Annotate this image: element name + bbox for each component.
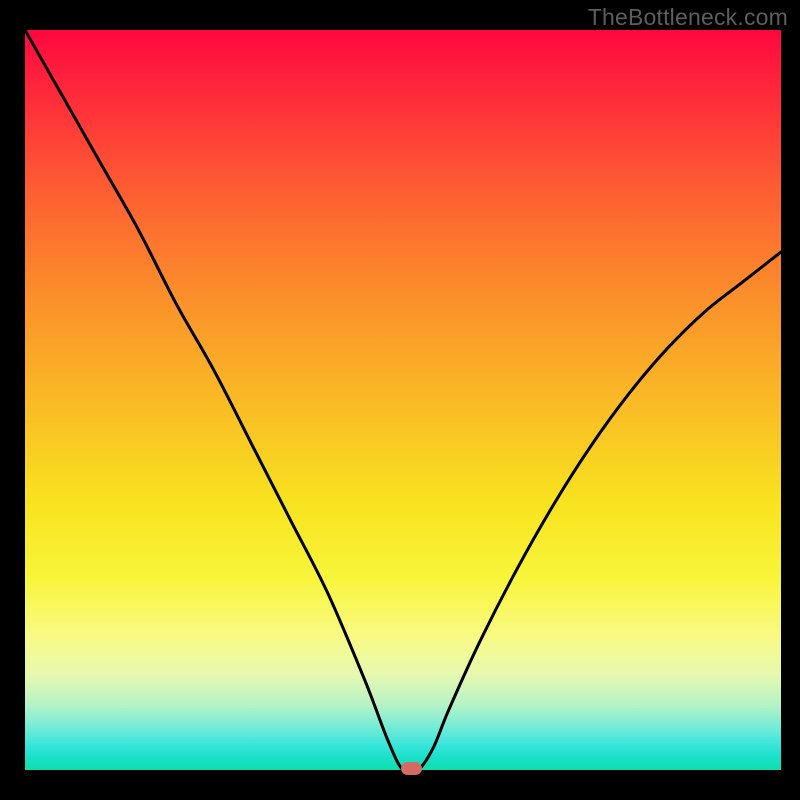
curve-path [25, 30, 781, 770]
bottleneck-curve [25, 30, 781, 770]
optimal-marker [401, 762, 422, 775]
chart-frame: TheBottleneck.com [0, 0, 800, 800]
watermark-text: TheBottleneck.com [588, 4, 788, 31]
plot-area [25, 30, 781, 770]
